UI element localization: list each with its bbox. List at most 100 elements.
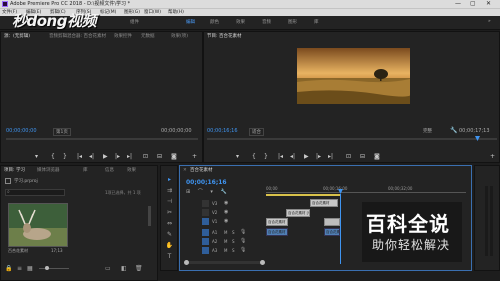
zoom-slider-handle[interactable]	[45, 266, 49, 270]
workspace-effects[interactable]: 效果	[236, 19, 245, 25]
maximize-button[interactable]: ▢	[470, 0, 476, 8]
step-forward-icon[interactable]: |▸	[316, 153, 321, 160]
goto-in-icon[interactable]: |◂	[77, 153, 82, 160]
source-page-dropdown[interactable]: 第1页	[53, 128, 71, 136]
tab-project[interactable]: 项目: 学习	[4, 166, 25, 175]
eye-icon[interactable]: ◉	[224, 200, 228, 206]
audio-clip[interactable]: 百合花素材	[324, 228, 340, 236]
eye-icon[interactable]: ◉	[224, 218, 228, 224]
video-clip[interactable]: 百合花素材 [V]	[286, 209, 310, 217]
goto-out-icon[interactable]: ▸|	[127, 153, 132, 160]
hand-tool-icon[interactable]: ✋	[165, 241, 174, 250]
add-button-icon[interactable]: +	[490, 153, 495, 160]
track-select-tool-icon[interactable]: ⇉	[165, 186, 174, 195]
play-icon[interactable]: ▶	[304, 153, 309, 160]
program-timecode-current[interactable]: 00;00;16;16	[207, 128, 238, 134]
pen-tool-icon[interactable]: ✎	[165, 230, 174, 239]
new-item-icon[interactable]: ◧	[121, 265, 127, 272]
tab-media-browser[interactable]: 媒体浏览器	[37, 166, 60, 175]
mute-button[interactable]: M	[224, 239, 227, 244]
mark-out-icon[interactable]: }	[63, 153, 67, 160]
source-patch-a3[interactable]	[202, 247, 209, 254]
workspace-graphics[interactable]: 图形	[288, 19, 297, 25]
zoom-slider[interactable]	[39, 268, 69, 269]
scrollbar-handle-left[interactable]	[184, 260, 189, 265]
workspace-color[interactable]: 颜色	[210, 19, 219, 25]
razor-tool-icon[interactable]: ✂	[165, 208, 174, 217]
icon-view-icon[interactable]: ▦	[27, 265, 33, 272]
solo-button[interactable]: S	[232, 248, 235, 253]
overwrite-icon[interactable]: ⊟	[157, 153, 162, 160]
source-patch-a2[interactable]	[202, 238, 209, 245]
step-back-icon[interactable]: ◂|	[89, 153, 94, 160]
tab-effect-controls[interactable]: 效果控件	[114, 32, 132, 41]
time-ruler[interactable]	[266, 192, 466, 193]
marker-icon[interactable]: ▾	[236, 153, 239, 160]
solo-button[interactable]: S	[232, 230, 235, 235]
tab-metadata[interactable]: 元数据	[141, 32, 155, 41]
project-search-input[interactable]	[5, 189, 65, 196]
scrollbar-handle-right[interactable]	[260, 260, 265, 265]
mark-in-icon[interactable]: {	[51, 153, 55, 160]
source-timecode-current[interactable]: 00;00;00;00	[6, 128, 37, 134]
workspace-more-icon[interactable]: »	[488, 19, 491, 24]
tab-program[interactable]: 节目: 百合花素材	[207, 32, 241, 41]
type-tool-icon[interactable]: T	[165, 252, 174, 261]
close-sequence-icon[interactable]: ✕	[183, 166, 187, 175]
eye-icon[interactable]: ◉	[224, 209, 228, 215]
workspace-editing[interactable]: 编辑	[186, 19, 195, 25]
mark-out-icon[interactable]: }	[264, 153, 268, 160]
video-clip[interactable]: 百合花素材	[310, 199, 338, 207]
minimize-button[interactable]: —	[455, 0, 461, 8]
solo-button[interactable]: S	[232, 239, 235, 244]
selection-tool-icon[interactable]: ▸	[165, 175, 174, 184]
tab-libraries[interactable]: 库	[83, 166, 88, 175]
tab-sequence[interactable]: 百合花素材	[190, 166, 213, 175]
voiceover-icon[interactable]: 🎙	[240, 247, 246, 253]
quality-dropdown[interactable]: 完整	[423, 128, 432, 134]
extract-icon[interactable]: ⊟	[360, 153, 365, 160]
source-patch-v3[interactable]	[202, 200, 209, 207]
goto-out-icon[interactable]: ▸|	[328, 153, 333, 160]
timeline-tool-icons[interactable]: ⊞ ⌒ ▾ 🔧	[186, 188, 230, 195]
audio-clip[interactable]: 百合花素材	[266, 228, 288, 236]
clip-thumbnail[interactable]	[8, 203, 68, 247]
tab-audio-mixer[interactable]: 音频剪辑混合器: 百合花素材	[49, 32, 106, 41]
voiceover-icon[interactable]: 🎙	[240, 229, 246, 235]
mute-button[interactable]: M	[224, 230, 227, 235]
lock-icon[interactable]: 🔒	[5, 265, 12, 272]
export-frame-icon[interactable]: ◙	[171, 153, 177, 160]
timeline-horizontal-scrollbar[interactable]	[184, 261, 264, 264]
tab-effects[interactable]: 效果	[127, 166, 136, 175]
goto-in-icon[interactable]: |◂	[278, 153, 283, 160]
new-bin-icon[interactable]: ▭	[105, 265, 111, 272]
tab-source[interactable]: 源：(无剪辑)	[4, 32, 30, 41]
project-scrollbar[interactable]	[148, 206, 151, 226]
video-clip[interactable]: 百合花素材	[266, 218, 288, 226]
ripple-edit-tool-icon[interactable]: ⊣	[165, 197, 174, 206]
mark-in-icon[interactable]: {	[252, 153, 256, 160]
step-back-icon[interactable]: ◂|	[290, 153, 295, 160]
source-patch-v1[interactable]	[202, 218, 209, 225]
source-time-ruler[interactable]	[6, 138, 198, 140]
tab-info[interactable]: 信息	[105, 166, 114, 175]
wrench-icon[interactable]: 🔧	[450, 127, 457, 134]
play-icon[interactable]: ▶	[103, 153, 108, 160]
program-time-ruler[interactable]	[207, 138, 497, 140]
trash-icon[interactable]: 🗑	[135, 265, 143, 272]
source-patch-a1[interactable]	[202, 229, 209, 236]
add-button-icon[interactable]: +	[192, 153, 197, 160]
workspace-audio[interactable]: 音频	[262, 19, 271, 25]
work-area-bar[interactable]	[266, 194, 341, 196]
slip-tool-icon[interactable]: ⇔	[165, 219, 174, 228]
close-button[interactable]: ✕	[486, 0, 491, 8]
workspace-libraries[interactable]: 库	[314, 19, 319, 25]
insert-icon[interactable]: ⊡	[143, 153, 148, 160]
tab-effects-item[interactable]: 效果(项)	[171, 32, 188, 41]
workspace-assembly[interactable]: 组件	[130, 19, 139, 25]
zoom-fit-dropdown[interactable]: 适合	[249, 128, 264, 136]
marker-icon[interactable]: ▾	[35, 153, 38, 160]
list-view-icon[interactable]: ≡	[17, 265, 22, 272]
step-forward-icon[interactable]: |▸	[115, 153, 120, 160]
video-clip-end[interactable]	[324, 218, 340, 226]
